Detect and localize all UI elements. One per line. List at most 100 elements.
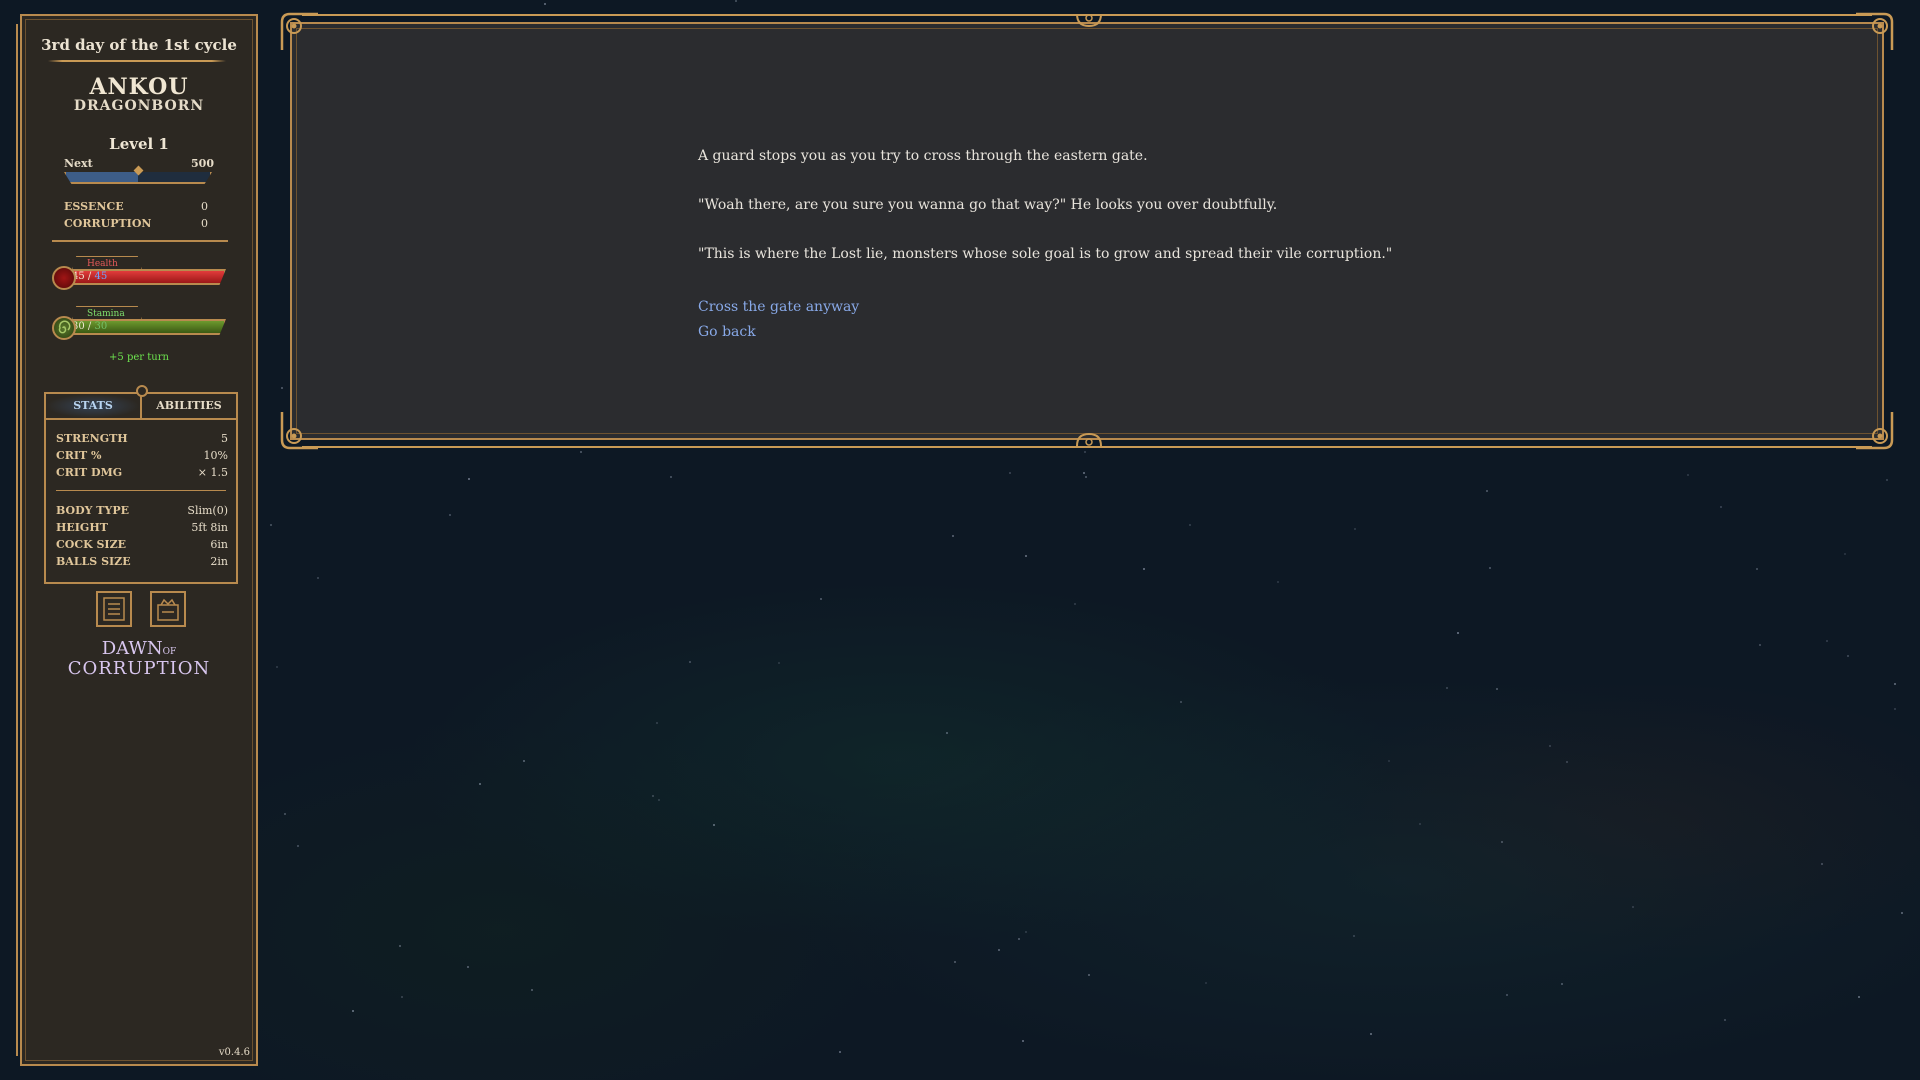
tab-knob-ornament <box>136 385 148 397</box>
star <box>317 577 320 580</box>
star <box>523 760 526 763</box>
corner-ornament-icon <box>1856 12 1894 50</box>
stamina-values: 30 / 30 <box>72 319 107 335</box>
stamina-spiral-icon <box>58 320 71 334</box>
tab-stats[interactable]: STATS <box>46 394 142 418</box>
bottom-ornament-icon <box>1076 432 1102 447</box>
star <box>276 666 279 669</box>
xp-next-value: 500 <box>191 157 214 170</box>
star <box>670 476 673 479</box>
health-sep: / <box>84 271 95 282</box>
star <box>1901 911 1904 914</box>
essence-row: ESSENCE 0 <box>64 200 208 213</box>
star <box>544 3 547 6</box>
stat-value: × 1.5 <box>197 466 228 479</box>
body-row-height: HEIGHT 5ft 8in <box>56 521 228 534</box>
star <box>1501 841 1504 844</box>
star <box>580 450 583 453</box>
star <box>1085 476 1088 479</box>
star <box>1445 687 1448 690</box>
choice-go-back[interactable]: Go back <box>698 320 1598 345</box>
version-label: v0.4.6 <box>218 1047 250 1058</box>
star <box>1506 993 1509 996</box>
star <box>1486 490 1489 493</box>
star <box>352 1009 355 1012</box>
journal-button[interactable] <box>96 591 132 627</box>
star <box>1083 471 1086 474</box>
star <box>713 824 716 827</box>
star <box>1894 708 1897 711</box>
inventory-icon <box>157 598 179 621</box>
stamina-orb-icon <box>52 316 76 340</box>
star <box>1893 682 1896 685</box>
stat-row-crit-chance: CRIT % 10% <box>56 449 228 462</box>
corruption-value: 0 <box>201 217 208 230</box>
star <box>270 523 273 526</box>
story-paragraph: "Woah there, are you sure you wanna go t… <box>698 197 1278 213</box>
star <box>1826 640 1829 643</box>
stat-row-strength: STRENGTH 5 <box>56 432 228 445</box>
star <box>1821 862 1824 865</box>
star <box>1457 632 1460 635</box>
corner-ornament-icon <box>1856 412 1894 450</box>
star <box>1755 567 1758 570</box>
body-row-cock-size: COCK SIZE 6in <box>56 538 228 551</box>
star <box>1204 982 1207 985</box>
xp-next-label: Next <box>64 157 93 170</box>
star <box>1024 555 1027 558</box>
star <box>1387 760 1390 763</box>
star <box>1886 479 1889 482</box>
xp-bar-fill <box>66 172 138 182</box>
star <box>1143 567 1146 570</box>
star <box>448 513 451 516</box>
star <box>1632 906 1635 909</box>
day-counter: 3rd day of the 1st cycle <box>41 36 237 54</box>
essence-value: 0 <box>201 200 208 213</box>
stat-label: CRIT % <box>56 449 102 462</box>
star <box>1021 1039 1024 1042</box>
health-orb-icon <box>52 266 76 290</box>
star <box>1352 934 1355 937</box>
divider <box>48 60 226 62</box>
star <box>1758 644 1761 647</box>
story-paragraph: A guard stops you as you try to cross th… <box>698 148 1148 164</box>
star <box>400 995 403 998</box>
health-max: 45 <box>94 271 108 282</box>
body-value: Slim(0) <box>187 504 228 517</box>
choice-cross-gate[interactable]: Cross the gate anyway <box>698 295 1598 320</box>
star <box>838 1050 841 1053</box>
divider <box>52 240 228 242</box>
logo-dawn: DAWN <box>101 638 163 659</box>
tab-abilities[interactable]: ABILITIES <box>142 394 236 418</box>
character-race: DRAGONBORN <box>73 98 205 114</box>
body-label: COCK SIZE <box>56 538 126 551</box>
body-value: 5ft 8in <box>191 521 228 534</box>
star <box>1084 450 1087 453</box>
logo-corruption: CORRUPTION <box>67 658 211 679</box>
character-level: Level 1 <box>109 135 169 153</box>
star <box>820 598 823 601</box>
body-label: BODY TYPE <box>56 504 129 517</box>
star <box>297 845 300 848</box>
health-values: 45 / 45 <box>72 269 107 285</box>
star <box>689 661 692 664</box>
star <box>1009 472 1012 475</box>
health-bar: Health 45 / 45 <box>50 256 230 296</box>
body-row-type: BODY TYPE Slim(0) <box>56 504 228 517</box>
logo-of: OF <box>162 647 177 657</box>
star <box>735 0 738 3</box>
star <box>1495 688 1498 691</box>
stamina-label: Stamina <box>72 306 142 320</box>
star <box>1025 930 1028 933</box>
corner-ornament-icon <box>280 412 318 450</box>
star <box>655 722 658 725</box>
star <box>1565 760 1568 763</box>
stats-panel: STATS ABILITIES STRENGTH 5 CRIT % 10% CRIT… <box>44 385 238 584</box>
inventory-button[interactable] <box>150 591 186 627</box>
star <box>1561 983 1564 986</box>
essence-label: ESSENCE <box>64 200 124 213</box>
game-logo: DAWNOF CORRUPTION <box>22 640 256 678</box>
stamina-max: 30 <box>94 321 108 332</box>
stamina-bar: Stamina 30 / 30 <box>50 306 230 346</box>
star <box>658 798 661 801</box>
